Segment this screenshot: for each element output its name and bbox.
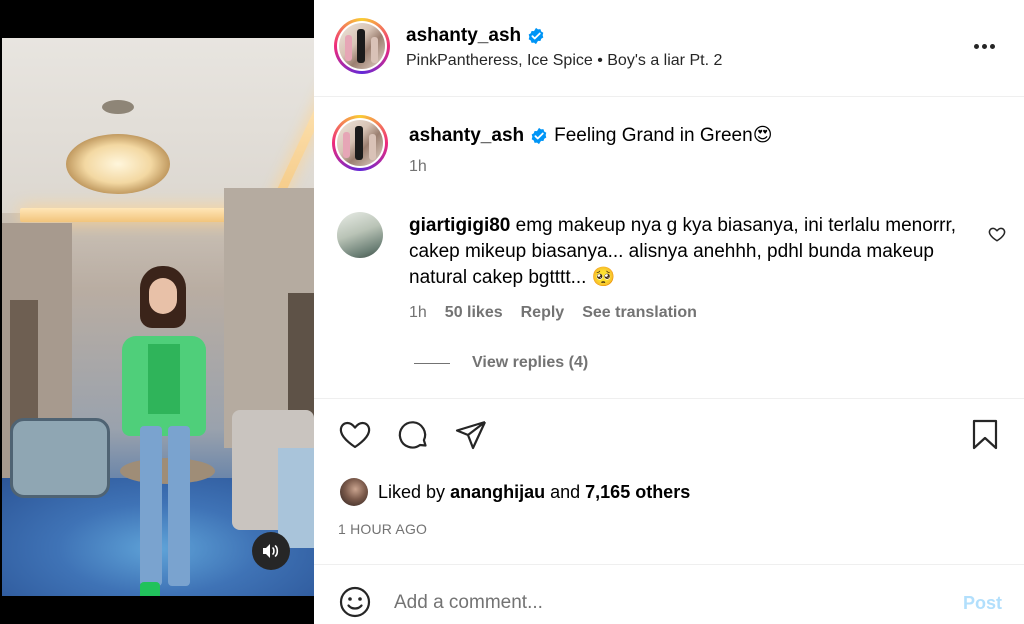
author-username[interactable]: ashanty_ash xyxy=(406,25,521,47)
heart-icon[interactable] xyxy=(338,418,372,452)
face xyxy=(149,278,177,314)
share-icon[interactable] xyxy=(454,418,488,452)
caption-text: Feeling Grand in Green😍 xyxy=(554,125,773,146)
reply-button[interactable]: Reply xyxy=(521,304,565,322)
ceiling xyxy=(2,38,314,213)
post-details-panel: ashanty_ash PinkPantheress, Ice Spice • … xyxy=(314,0,1024,624)
jeans-right-leg xyxy=(168,426,190,586)
header-divider xyxy=(314,96,1024,97)
comment-composer: Post xyxy=(314,564,1024,624)
sound-toggle-button[interactable] xyxy=(252,532,290,570)
bookmark-icon[interactable] xyxy=(968,418,1002,452)
author-avatar-image xyxy=(339,23,385,69)
post-comment-button[interactable]: Post xyxy=(963,593,1002,614)
comment-time[interactable]: 1h xyxy=(409,304,427,322)
chandelier xyxy=(66,134,170,194)
view-replies-button[interactable]: View replies (4) xyxy=(414,354,588,372)
chandelier-mount xyxy=(102,100,134,114)
comment-likes[interactable]: 50 likes xyxy=(445,304,503,322)
green-shoe-left xyxy=(140,582,160,596)
comment-like-heart-icon[interactable] xyxy=(988,225,1006,243)
more-options-button[interactable] xyxy=(974,36,998,56)
author-avatar[interactable] xyxy=(334,18,390,74)
caption-author-avatar[interactable] xyxy=(332,115,388,171)
heart-eyes-emoji: 😍 xyxy=(752,125,773,146)
verified-badge-icon xyxy=(531,127,547,144)
liked-by-text: Liked by ananghijau and 7,165 others xyxy=(378,481,691,502)
post-timestamp[interactable]: 1 HOUR AGO xyxy=(338,521,427,537)
view-replies-label: View replies (4) xyxy=(472,354,589,371)
author-username-row: ashanty_ash xyxy=(406,25,545,47)
more-options-icon xyxy=(974,43,979,49)
liker-username[interactable]: ananghijau xyxy=(450,482,545,502)
caption-username[interactable]: ashanty_ash xyxy=(409,125,524,147)
speaker-icon xyxy=(263,544,279,558)
comment-meta: 1h 50 likes Reply See translation xyxy=(409,304,697,322)
caption: ashanty_ash Feeling Grand in Green😍 xyxy=(409,124,773,147)
replies-line xyxy=(414,362,450,364)
person-in-green xyxy=(118,266,210,596)
likes-count[interactable]: 7,165 others xyxy=(585,482,690,502)
audio-track-link[interactable]: PinkPantheress, Ice Spice • Boy's a liar… xyxy=(406,52,722,70)
comment-body: giartigigi80 emg makeup nya g kya biasan… xyxy=(409,213,979,291)
pleading-emoji: 🥺 xyxy=(591,267,616,288)
jeans-left-leg xyxy=(140,426,162,586)
see-translation-button[interactable]: See translation xyxy=(582,304,697,322)
commenter-username[interactable]: giartigigi80 xyxy=(409,215,510,236)
emoji-icon[interactable] xyxy=(338,585,372,619)
armchair xyxy=(10,418,110,498)
commenter-avatar[interactable] xyxy=(337,212,383,258)
comments-divider xyxy=(314,398,1024,399)
green-top xyxy=(148,344,180,414)
post-media xyxy=(0,0,314,624)
verified-badge-icon xyxy=(528,27,544,45)
comment-input[interactable] xyxy=(394,591,934,615)
caption-time[interactable]: 1h xyxy=(409,158,427,176)
post-actions xyxy=(338,418,488,452)
liked-by: Liked by ananghijau and 7,165 others xyxy=(340,478,690,506)
reel-video[interactable] xyxy=(2,38,314,596)
caption-author-avatar-image xyxy=(337,120,383,166)
sofa-arm xyxy=(278,448,314,548)
comment-icon[interactable] xyxy=(396,418,430,452)
liker-avatar[interactable] xyxy=(340,478,368,506)
